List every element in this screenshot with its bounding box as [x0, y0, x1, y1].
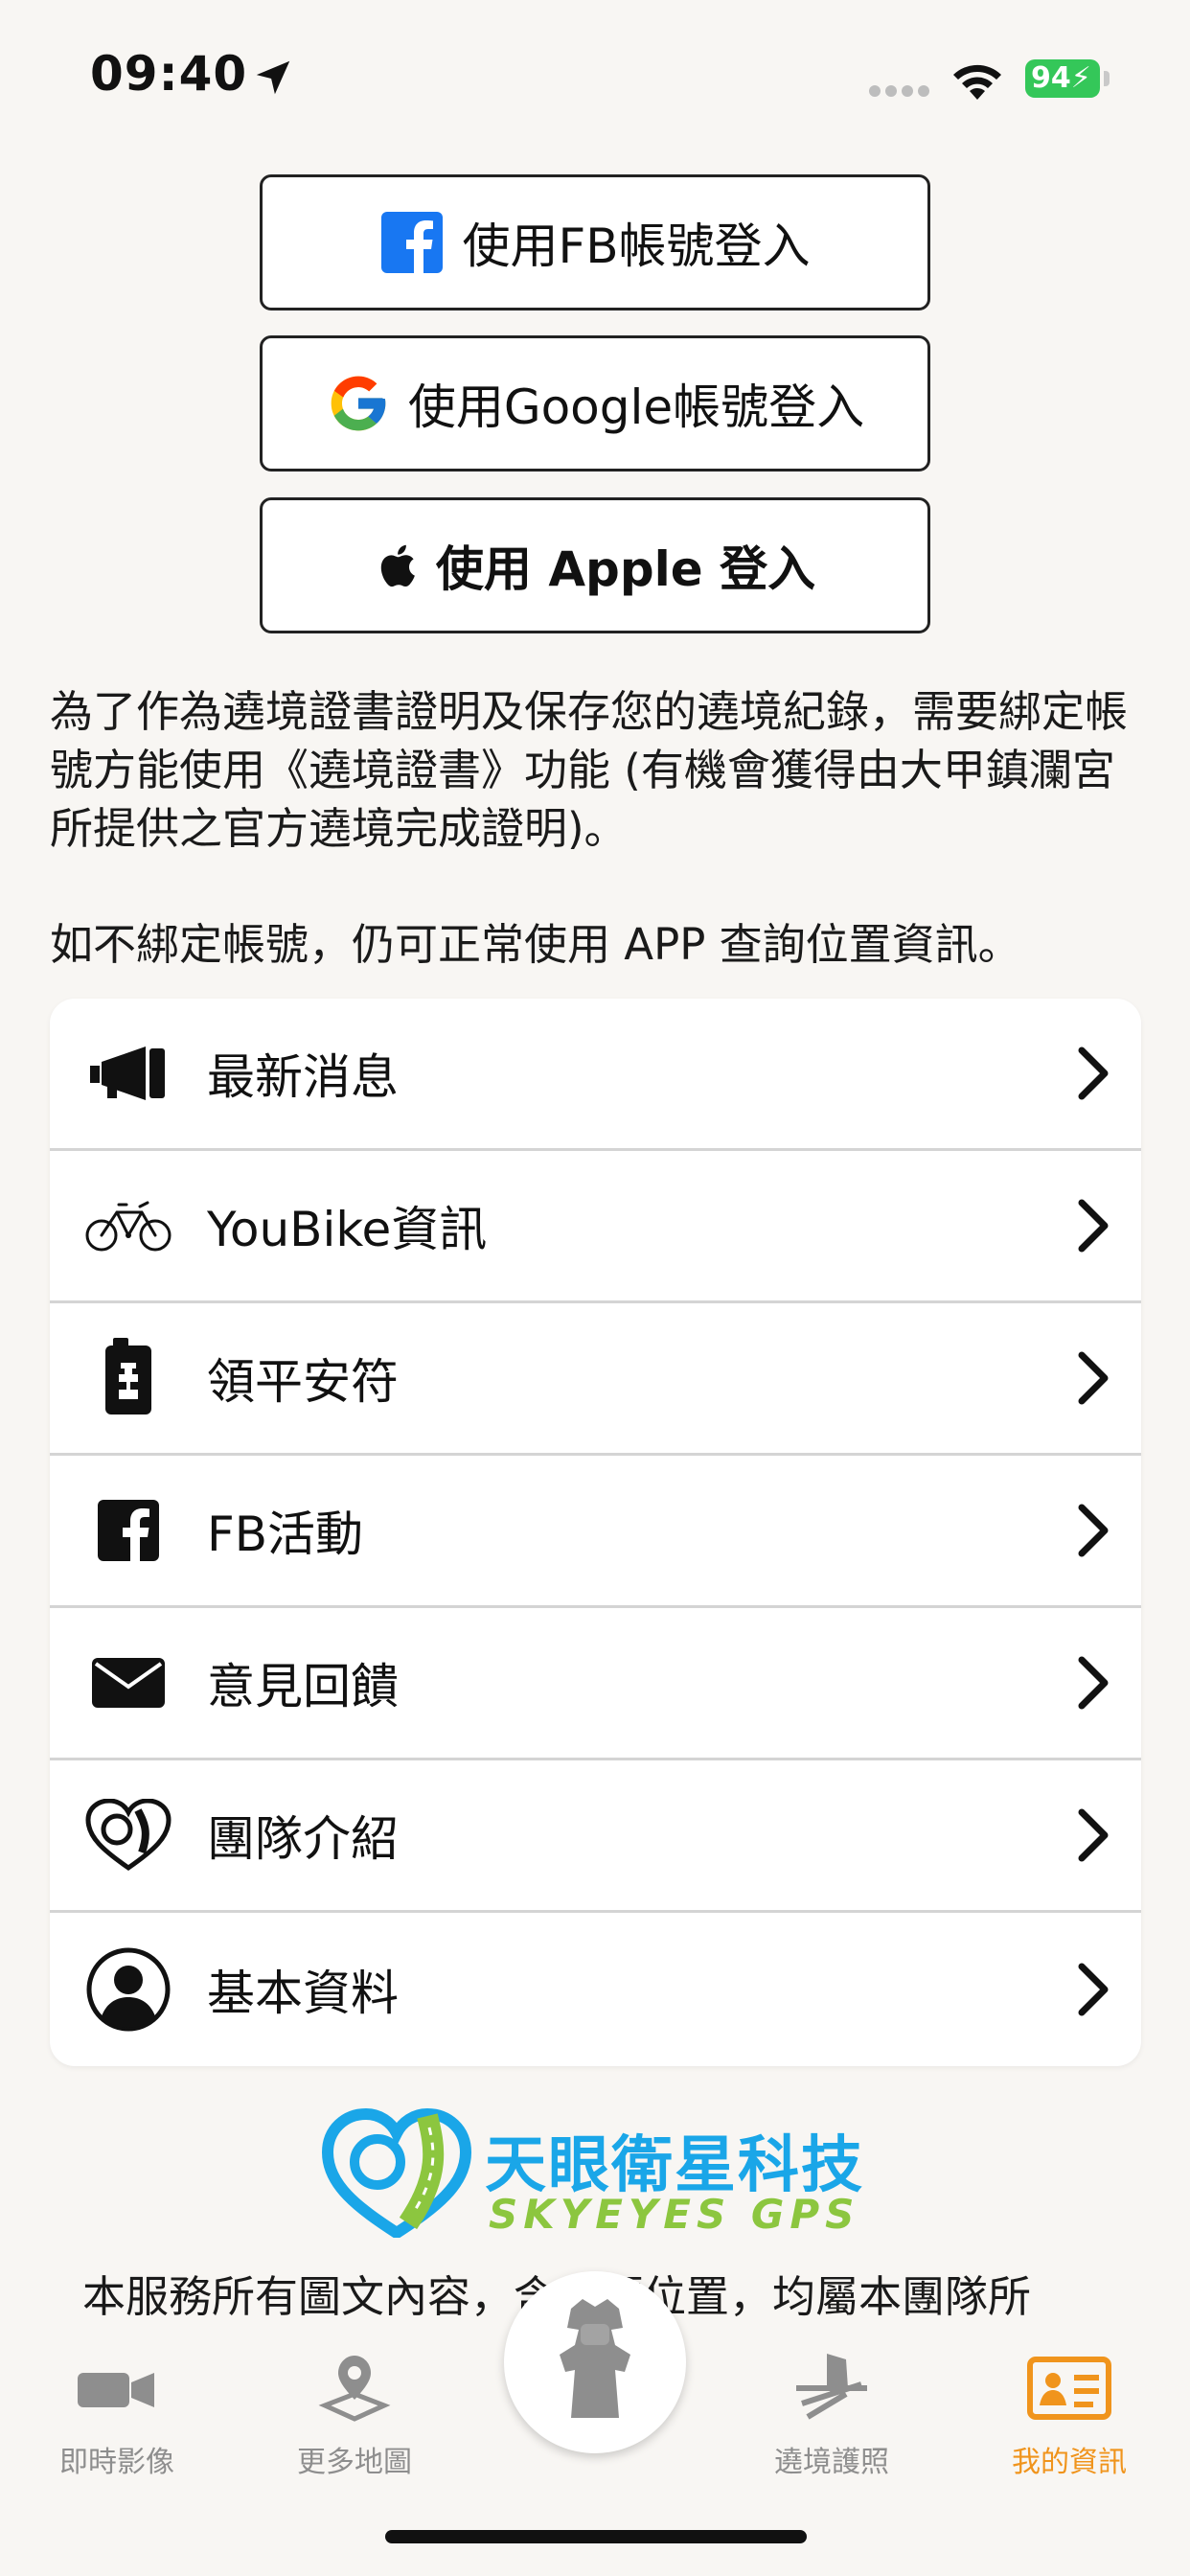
amulet-icon — [84, 1334, 172, 1422]
menu-item-label: 領平安符 — [207, 1354, 399, 1410]
battery-cap — [1104, 71, 1110, 86]
location-arrow-icon — [256, 60, 290, 95]
home-indicator[interactable] — [385, 2530, 807, 2543]
menu-item-feedback[interactable]: 意見回饋 — [50, 1608, 1141, 1760]
chevron-right-icon — [1078, 1504, 1109, 1557]
menu-item-profile[interactable]: 基本資料 — [50, 1913, 1141, 2065]
apple-icon — [380, 544, 415, 587]
google-login-button[interactable]: 使用Google帳號登入 — [260, 335, 930, 472]
tab-label: 即時影像 — [59, 2446, 174, 2479]
mazu-figure-icon — [560, 2299, 630, 2418]
fb-login-label: 使用FB帳號登入 — [462, 218, 811, 274]
tab-center-mazu-button[interactable] — [504, 2271, 686, 2453]
team-logo-icon — [84, 1791, 172, 1879]
id-card-icon — [1027, 2357, 1111, 2420]
map-pin-icon — [318, 2356, 391, 2422]
cellular-signal-icon — [869, 85, 929, 97]
skyeyes-logo-mark — [321, 2108, 472, 2238]
tab-label: 更多地圖 — [297, 2446, 412, 2479]
menu-item-team[interactable]: 團隊介紹 — [50, 1760, 1141, 1913]
brand-name-en: SKYEYES GPS — [489, 2191, 860, 2238]
binding-explanation-text: 為了作為遶境證書證明及保存您的遶境紀錄，需要綁定帳號方能使用《遶境證書》功能 (… — [50, 686, 1129, 854]
menu-item-youbike[interactable]: YouBike資訊 — [50, 1151, 1141, 1303]
no-binding-note-text: 如不綁定帳號，仍可正常使用 APP 查詢位置資訊。 — [50, 919, 1021, 970]
tab-label: 遶境護照 — [774, 2446, 889, 2479]
apple-login-button[interactable]: 使用 Apple 登入 — [260, 497, 930, 633]
chevron-right-icon — [1078, 1963, 1109, 2015]
menu-item-fb-events[interactable]: FB活動 — [50, 1456, 1141, 1608]
menu-item-news[interactable]: 最新消息 — [50, 999, 1141, 1151]
chevron-right-icon — [1078, 1808, 1109, 1862]
charging-bolt-icon: ⚡ — [1070, 61, 1091, 95]
user-profile-icon — [84, 1945, 172, 2034]
apple-login-label: 使用 Apple 登入 — [435, 541, 816, 597]
menu-list: 最新消息 YouBike資訊 領平安符 FB活動 意見回饋 團隊介紹 基本資料 — [50, 999, 1141, 2066]
tab-label: 我的資訊 — [1012, 2446, 1127, 2479]
battery-level: 94 — [1031, 61, 1071, 95]
chevron-right-icon — [1078, 1351, 1109, 1405]
skyeyes-logo: 天眼衛星科技 SKYEYES GPS — [320, 2108, 876, 2238]
megaphone-icon — [84, 1029, 172, 1117]
tab-pilgrimage-passport[interactable]: 遶境護照 — [736, 2350, 927, 2494]
chevron-right-icon — [1078, 1199, 1109, 1253]
menu-item-amulet[interactable]: 領平安符 — [50, 1303, 1141, 1456]
google-icon — [331, 376, 386, 431]
status-time: 09:40 — [90, 46, 248, 102]
bicycle-icon — [84, 1182, 172, 1270]
menu-item-label: 意見回饋 — [207, 1659, 399, 1714]
menu-item-label: 最新消息 — [207, 1049, 399, 1105]
chevron-right-icon — [1078, 1046, 1109, 1100]
status-bar: 09:40 94⚡ — [0, 0, 1190, 158]
chevron-right-icon — [1078, 1656, 1109, 1710]
envelope-icon — [84, 1639, 172, 1727]
menu-item-label: 基本資料 — [207, 1965, 399, 2021]
battery-indicator: 94⚡ — [1025, 59, 1100, 98]
menu-item-label: YouBike資訊 — [207, 1202, 488, 1257]
facebook-icon — [381, 212, 444, 273]
video-camera-icon — [78, 2373, 154, 2407]
wifi-icon — [953, 64, 1001, 100]
menu-item-label: FB活動 — [207, 1506, 364, 1562]
menu-item-label: 團隊介紹 — [207, 1811, 399, 1867]
tab-more-maps[interactable]: 更多地圖 — [259, 2350, 450, 2494]
passport-icon — [796, 2354, 867, 2420]
fb-login-button[interactable]: 使用FB帳號登入 — [260, 174, 930, 310]
google-login-label: 使用Google帳號登入 — [407, 380, 865, 435]
tab-my-info[interactable]: 我的資訊 — [973, 2350, 1165, 2494]
tab-live-video[interactable]: 即時影像 — [21, 2350, 213, 2494]
facebook-icon — [84, 1486, 172, 1575]
